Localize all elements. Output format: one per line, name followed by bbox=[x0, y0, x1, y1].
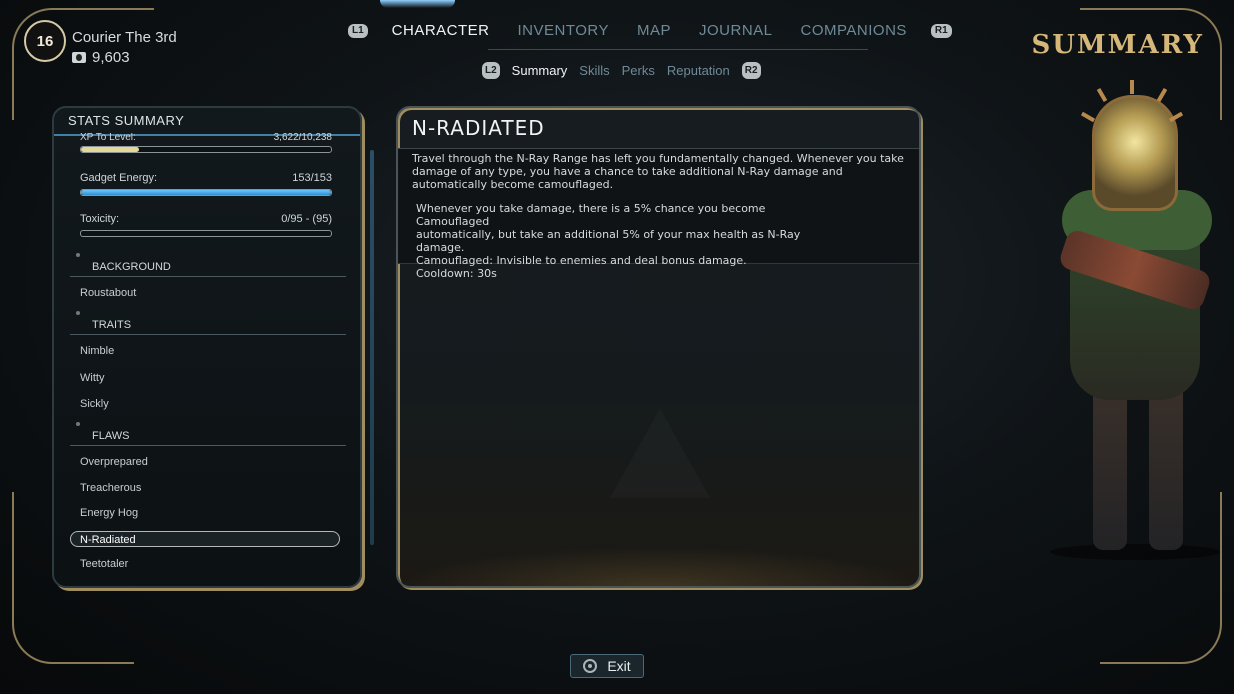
character-leg-left bbox=[1093, 380, 1127, 550]
effect-line: automatically, but take an additional 5%… bbox=[416, 228, 801, 254]
trait-item-witty[interactable]: Witty bbox=[80, 372, 104, 384]
subtab-reputation[interactable]: Reputation bbox=[667, 63, 730, 78]
player-name: Courier The 3rd bbox=[72, 29, 177, 46]
r1-button-hint[interactable]: R1 bbox=[930, 23, 952, 38]
xp-value: 3,622/10,238 bbox=[273, 133, 332, 141]
xp-stat: XP To Level: 3,622/10,238 bbox=[80, 133, 332, 153]
character-leg-right bbox=[1149, 380, 1183, 550]
section-knob-icon bbox=[76, 253, 80, 257]
trait-item-sickly[interactable]: Sickly bbox=[80, 398, 109, 410]
detail-effect-text: Whenever you take damage, there is a 5% … bbox=[416, 202, 836, 280]
effect-line: Cooldown: 30s bbox=[416, 267, 497, 280]
sub-nav: L2 Summary Skills Perks Reputation R2 bbox=[482, 62, 761, 79]
nav-divider bbox=[488, 49, 868, 50]
bits-currency-icon bbox=[72, 52, 86, 63]
gadget-energy-bar-fill bbox=[81, 190, 331, 195]
tab-companions[interactable]: COMPANIONS bbox=[787, 22, 921, 39]
helmet-spike bbox=[1096, 87, 1108, 103]
toxicity-stat: Toxicity: 0/95 - (95) bbox=[80, 213, 332, 237]
flaw-item-n-radiated[interactable]: N-Radiated bbox=[70, 531, 340, 547]
stats-summary-header: STATS SUMMARY bbox=[54, 108, 360, 136]
toxicity-label: Toxicity: bbox=[80, 213, 120, 225]
subtab-perks[interactable]: Perks bbox=[622, 63, 655, 78]
tab-inventory[interactable]: INVENTORY bbox=[504, 22, 623, 39]
helmet-spike bbox=[1130, 80, 1134, 94]
toxicity-bar bbox=[80, 230, 332, 237]
r2-button-hint[interactable]: R2 bbox=[741, 62, 761, 79]
subtab-skills[interactable]: Skills bbox=[579, 63, 609, 78]
subtab-summary[interactable]: Summary bbox=[512, 63, 568, 78]
main-nav: L1 CHARACTER INVENTORY MAP JOURNAL COMPA… bbox=[338, 22, 962, 39]
currency-value: 9,603 bbox=[92, 49, 130, 66]
trait-item-nimble[interactable]: Nimble bbox=[80, 345, 114, 357]
gadget-energy-value: 153/153 bbox=[292, 172, 332, 184]
helmet-spike bbox=[1080, 111, 1096, 123]
page-title: SUMMARY bbox=[1031, 30, 1204, 60]
character-legs bbox=[1085, 380, 1195, 550]
traits-section-header: TRAITS bbox=[70, 311, 346, 335]
level-value: 16 bbox=[36, 32, 54, 50]
section-knob-icon bbox=[76, 422, 80, 426]
flaw-item-overprepared[interactable]: Overprepared bbox=[80, 456, 148, 468]
flaw-watermark-icon bbox=[610, 408, 710, 498]
l1-button-hint[interactable]: L1 bbox=[348, 23, 368, 38]
effect-line: Camouflaged: Invisible to enemies and de… bbox=[416, 254, 747, 267]
toxicity-value: 0/95 - (95) bbox=[281, 213, 332, 225]
tab-map[interactable]: MAP bbox=[623, 22, 685, 39]
detail-title: N-RADIATED bbox=[412, 116, 545, 140]
controller-button-icon bbox=[583, 659, 598, 673]
helmet-spike bbox=[1156, 87, 1168, 103]
detail-description: Travel through the N-Ray Range has left … bbox=[412, 152, 904, 191]
tab-character[interactable]: CHARACTER bbox=[378, 22, 504, 39]
flaws-header-label: FLAWS bbox=[92, 430, 130, 442]
currency-display: 9,603 bbox=[72, 49, 130, 66]
panel-bottom-ornament bbox=[398, 546, 919, 586]
stats-scrollbar-thumb[interactable] bbox=[370, 150, 374, 545]
background-section-header: BACKGROUND bbox=[70, 253, 346, 277]
flaw-item-treacherous[interactable]: Treacherous bbox=[80, 482, 141, 494]
exit-label: Exit bbox=[607, 658, 631, 674]
level-badge: 16 bbox=[24, 20, 66, 62]
background-value[interactable]: Roustabout bbox=[80, 287, 136, 299]
gadget-energy-label: Gadget Energy: bbox=[80, 172, 158, 184]
gadget-energy-bar bbox=[80, 189, 332, 196]
xp-bar bbox=[80, 146, 332, 153]
l2-button-hint[interactable]: L2 bbox=[482, 62, 500, 79]
flaw-item-energy-hog[interactable]: Energy Hog bbox=[80, 507, 138, 519]
background-header-label: BACKGROUND bbox=[92, 261, 171, 273]
character-helmet bbox=[1092, 95, 1178, 211]
detail-panel: N-RADIATED Travel through the N-Ray Rang… bbox=[396, 106, 921, 588]
gadget-energy-stat: Gadget Energy: 153/153 bbox=[80, 172, 332, 196]
tab-journal[interactable]: JOURNAL bbox=[685, 22, 787, 39]
effect-line: Whenever you take damage, there is a 5% … bbox=[416, 202, 766, 228]
xp-bar-fill bbox=[81, 147, 139, 152]
traits-header-label: TRAITS bbox=[92, 319, 132, 331]
flaw-item-teetotaler[interactable]: Teetotaler bbox=[80, 558, 128, 570]
flaws-section-header: FLAWS bbox=[70, 422, 346, 446]
xp-label: XP To Level: bbox=[80, 133, 136, 141]
active-tab-glow bbox=[380, 0, 455, 8]
section-knob-icon bbox=[76, 311, 80, 315]
exit-button[interactable]: Exit bbox=[570, 654, 644, 678]
character-model bbox=[1040, 80, 1220, 560]
